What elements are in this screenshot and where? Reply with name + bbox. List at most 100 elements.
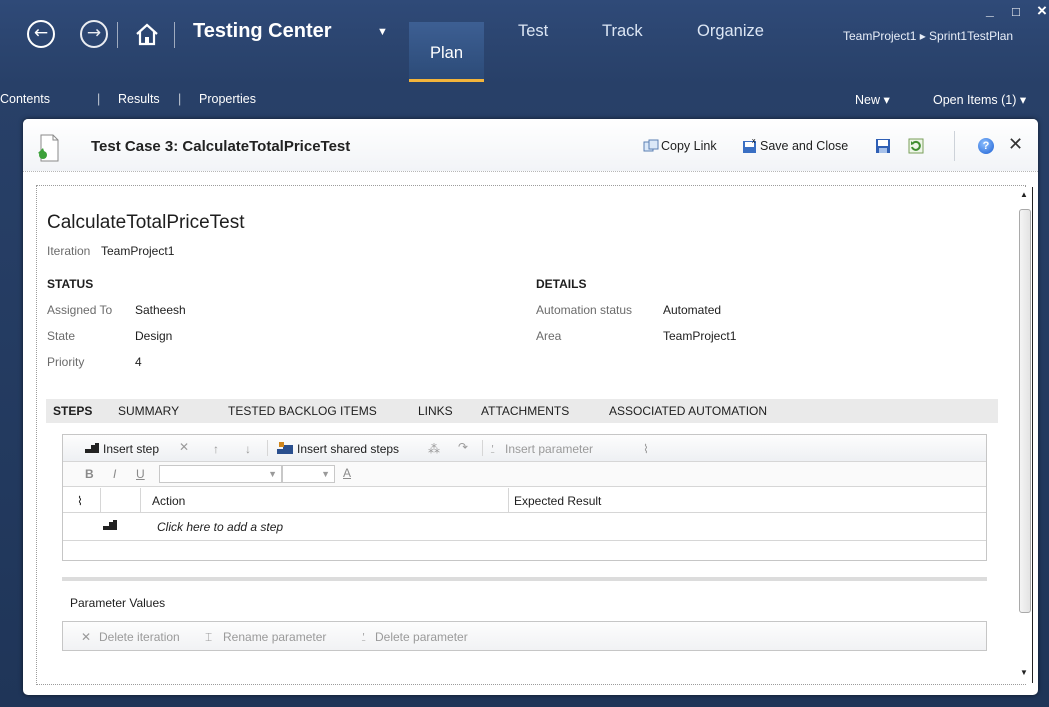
tab-steps[interactable]: STEPS — [53, 404, 92, 418]
svg-text:x: x — [752, 138, 756, 145]
copy-link-button[interactable]: Copy Link — [643, 138, 717, 154]
details-heading: DETAILS — [536, 277, 587, 291]
italic-button[interactable]: I — [113, 467, 116, 481]
scrollbar-edge — [1032, 187, 1033, 683]
delete-iteration-icon: ✕ — [81, 630, 92, 644]
test-case-icon — [38, 134, 59, 162]
underline-button[interactable]: U — [136, 467, 145, 481]
tab-plan[interactable]: Plan — [409, 22, 484, 82]
delete-parameter-button[interactable]: Delete parameter — [375, 630, 468, 644]
delete-parameter-icon: ⍘ — [360, 630, 368, 644]
insert-step-button[interactable]: Insert step — [103, 442, 159, 456]
tab-test[interactable]: Test — [518, 22, 548, 41]
help-icon[interactable]: ? — [978, 138, 994, 154]
column-expected-result[interactable]: Expected Result — [514, 494, 601, 508]
back-arrow-icon[interactable]: ← — [27, 20, 55, 48]
font-family-dropdown[interactable]: ▼ — [159, 465, 282, 483]
nav-properties[interactable]: Properties — [199, 92, 256, 106]
iteration-label: Iteration — [47, 244, 91, 258]
automation-status-label: Automation status — [536, 303, 633, 317]
work-item-name[interactable]: CalculateTotalPriceTest — [47, 212, 244, 234]
close-window-button[interactable]: × — [1037, 1, 1047, 21]
create-shared-steps-icon[interactable]: ⁂ — [428, 442, 440, 456]
font-size-dropdown[interactable]: ▼ — [282, 465, 335, 483]
attachment-icon[interactable]: ⌇ — [643, 442, 649, 456]
splitter[interactable] — [62, 577, 987, 581]
step-icon — [103, 520, 117, 530]
add-step-placeholder[interactable]: Click here to add a step — [157, 520, 283, 534]
breadcrumb[interactable]: TeamProject1 ▸ Sprint1TestPlan — [843, 29, 1013, 43]
copy-link-label: Copy Link — [661, 139, 717, 153]
divider — [140, 488, 141, 513]
tab-tested-backlog-items[interactable]: TESTED BACKLOG ITEMS — [228, 404, 377, 418]
title-bar: ← → Testing Center ▼ Plan Test Track Org… — [0, 0, 1049, 86]
nav-results[interactable]: Results — [118, 92, 160, 106]
scroll-down-icon[interactable]: ▼ — [1020, 668, 1028, 677]
area-value[interactable]: TeamProject1 — [663, 329, 736, 343]
assigned-to-value[interactable]: Satheesh — [135, 303, 186, 317]
minimize-button[interactable]: _ — [986, 2, 994, 18]
font-color-button[interactable]: A — [343, 466, 351, 480]
document-header: Test Case 3: CalculateTotalPriceTest Cop… — [23, 119, 1038, 172]
tab-links[interactable]: LINKS — [418, 404, 453, 418]
move-down-icon[interactable]: ↓ — [245, 442, 251, 456]
save-and-close-button[interactable]: x Save and Close — [742, 138, 848, 154]
nav-contents[interactable]: Contents — [0, 92, 50, 106]
app-title[interactable]: Testing Center — [193, 20, 332, 43]
test-case-document: Test Case 3: CalculateTotalPriceTest Cop… — [23, 119, 1038, 695]
insert-parameter-button[interactable]: Insert parameter — [505, 442, 593, 456]
state-label: State — [47, 329, 76, 343]
format-toolbar: B I U ▼ ▼ A — [63, 462, 986, 487]
vertical-scrollbar[interactable]: ▲ ▼ — [1017, 187, 1033, 683]
move-up-icon[interactable]: ↑ — [213, 442, 219, 456]
save-and-close-icon: x — [743, 138, 756, 153]
close-document-icon[interactable]: ✕ — [1008, 134, 1023, 155]
area-label: Area — [536, 329, 562, 343]
sub-navigation: Contents | Results | Properties New ▾ Op… — [0, 86, 1049, 113]
insert-shared-steps-icon — [277, 442, 293, 454]
automation-status-value[interactable]: Automated — [663, 303, 721, 317]
parameter-values-toolbar: ✕ Delete iteration ⌶ Rename parameter ⍘ … — [62, 621, 987, 651]
steps-grid: Insert step ✕ ↑ ↓ Insert shared steps ⁂ … — [62, 434, 987, 561]
status-heading: STATUS — [47, 277, 94, 291]
home-icon[interactable] — [134, 21, 160, 47]
document-title: Test Case 3: CalculateTotalPriceTest — [91, 138, 351, 155]
tab-associated-automation[interactable]: ASSOCIATED AUTOMATION — [609, 404, 767, 418]
save-and-close-label: Save and Close — [760, 139, 849, 153]
redo-icon[interactable]: ↷ — [458, 440, 468, 454]
delete-step-icon[interactable]: ✕ — [179, 440, 189, 454]
divider — [482, 440, 483, 456]
priority-value[interactable]: 4 — [135, 355, 142, 369]
add-step-row[interactable]: Click here to add a step — [63, 513, 986, 541]
scrollbar-thumb[interactable] — [1019, 209, 1031, 613]
tab-track[interactable]: Track — [602, 22, 643, 41]
scroll-up-icon[interactable]: ▲ — [1020, 190, 1028, 199]
rename-parameter-icon: ⌶ — [205, 630, 213, 644]
new-menu[interactable]: New ▾ — [855, 92, 890, 107]
tab-attachments[interactable]: ATTACHMENTS — [481, 404, 569, 418]
open-items-menu[interactable]: Open Items (1) ▾ — [933, 92, 1026, 107]
refresh-icon[interactable] — [908, 138, 924, 154]
divider — [100, 488, 101, 513]
insert-shared-steps-button[interactable]: Insert shared steps — [297, 442, 399, 456]
tab-organize[interactable]: Organize — [697, 22, 764, 41]
forward-arrow-icon[interactable]: → — [80, 20, 108, 48]
save-icon[interactable] — [875, 138, 891, 154]
steps-toolbar: Insert step ✕ ↑ ↓ Insert shared steps ⁂ … — [63, 435, 986, 462]
tab-summary[interactable]: SUMMARY — [118, 404, 179, 418]
divider — [954, 131, 955, 161]
iteration-value[interactable]: TeamProject1 — [101, 244, 174, 258]
column-action[interactable]: Action — [152, 494, 185, 508]
maximize-button[interactable]: □ — [1012, 4, 1020, 19]
rename-parameter-button[interactable]: Rename parameter — [223, 630, 326, 644]
divider — [117, 22, 118, 48]
form-tab-strip: STEPS SUMMARY TESTED BACKLOG ITEMS LINKS… — [46, 399, 998, 423]
bold-button[interactable]: B — [85, 467, 94, 481]
divider: | — [97, 92, 101, 106]
divider — [508, 488, 509, 513]
steps-column-header: ⌇ Action Expected Result — [63, 488, 986, 513]
delete-iteration-button[interactable]: Delete iteration — [99, 630, 180, 644]
parameter-values-title: Parameter Values — [70, 596, 166, 610]
state-value[interactable]: Design — [135, 329, 172, 343]
app-menu-chevron-icon[interactable]: ▼ — [377, 26, 388, 38]
